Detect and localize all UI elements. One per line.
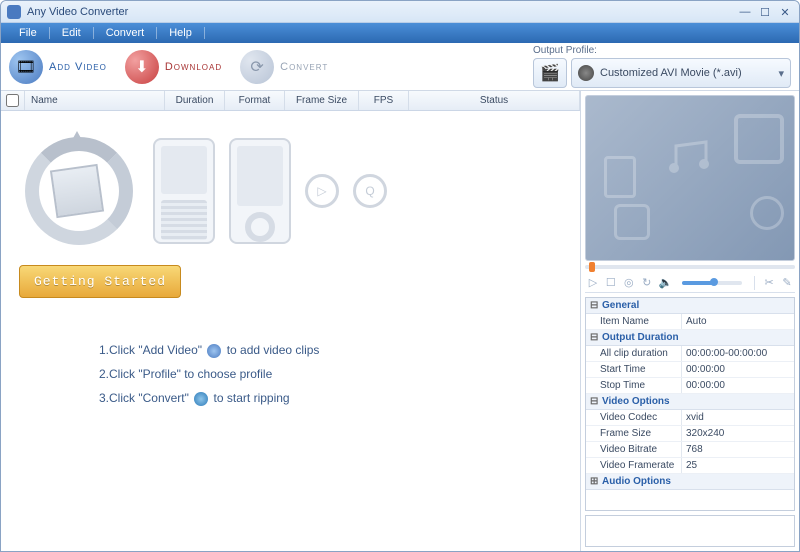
- col-duration[interactable]: Duration: [165, 91, 225, 110]
- reel-icon: [19, 131, 139, 251]
- output-profile-value: Customized AVI Movie (*.avi): [600, 67, 742, 79]
- group-video-options[interactable]: ⊟Video Options: [586, 394, 794, 410]
- ipod-icon: [229, 138, 291, 244]
- quicktime-icon: Q: [353, 174, 387, 208]
- output-profile-select[interactable]: Customized AVI Movie (*.avi) ▾: [571, 58, 791, 88]
- prop-item-name[interactable]: Item NameAuto: [586, 314, 794, 330]
- chevron-down-icon: ▾: [778, 67, 784, 80]
- col-status[interactable]: Status: [409, 91, 580, 110]
- film-reel-icon: 🎞: [9, 50, 43, 84]
- illustration: ▷ Q: [19, 131, 562, 251]
- menu-help[interactable]: Help: [157, 27, 204, 39]
- prop-start-time[interactable]: Start Time00:00:00: [586, 362, 794, 378]
- edit-button[interactable]: ✎: [781, 276, 793, 290]
- preview-area[interactable]: [585, 95, 795, 261]
- right-panel: ▷ ☐ ◎ ↻ 🔈 ✂ ✎ ⊟General Item NameAuto ⊟Ou…: [581, 91, 799, 551]
- instructions: 1.Click "Add Video" to add video clips 2…: [99, 338, 562, 410]
- clapper-icon: [734, 114, 784, 164]
- play-circle-icon: ▷: [305, 174, 339, 208]
- app-icon: [7, 5, 21, 19]
- step-1: 1.Click "Add Video" to add video clips: [99, 338, 562, 362]
- music-note-icon: [666, 138, 716, 178]
- properties-panel: ⊟General Item NameAuto ⊟Output Duration …: [585, 297, 795, 511]
- list-header: Name Duration Format Frame Size FPS Stat…: [1, 91, 580, 111]
- group-general[interactable]: ⊟General: [586, 298, 794, 314]
- collapse-icon: ⊟: [590, 300, 600, 311]
- prop-video-framerate[interactable]: Video Framerate25: [586, 458, 794, 474]
- menu-edit[interactable]: Edit: [50, 27, 93, 39]
- prop-stop-time[interactable]: Stop Time00:00:00: [586, 378, 794, 394]
- film-reel-icon: [207, 344, 221, 358]
- description-box: [585, 515, 795, 547]
- maximize-button[interactable]: ☐: [757, 6, 773, 18]
- mute-button[interactable]: 🔈: [659, 276, 673, 290]
- prop-all-clip[interactable]: All clip duration00:00:00-00:00:00: [586, 346, 794, 362]
- col-fps[interactable]: FPS: [359, 91, 409, 110]
- seek-bar[interactable]: [585, 265, 795, 269]
- step-2: 2.Click "Profile" to choose profile: [99, 362, 562, 386]
- output-profile: Output Profile: 🎬 Customized AVI Movie (…: [533, 45, 791, 88]
- phone-icon: [153, 138, 215, 244]
- preview-controls: ▷ ☐ ◎ ↻ 🔈 ✂ ✎: [585, 273, 795, 293]
- gear-icon: [578, 65, 594, 81]
- loop-button[interactable]: ↻: [641, 276, 653, 290]
- empty-stage: ▷ Q Getting Started 1.Click "Add Video" …: [1, 111, 580, 551]
- step-3: 3.Click "Convert" to start ripping: [99, 386, 562, 410]
- group-audio-options[interactable]: ⊞Audio Options: [586, 474, 794, 490]
- download-label: Download: [165, 61, 222, 73]
- download-icon: ⬇: [125, 50, 159, 84]
- convert-icon: [194, 392, 208, 406]
- collapse-icon: ⊟: [590, 332, 600, 343]
- output-profile-label: Output Profile:: [533, 45, 791, 56]
- tablet-icon: [604, 156, 636, 198]
- file-list-panel: Name Duration Format Frame Size FPS Stat…: [1, 91, 581, 551]
- volume-slider[interactable]: [682, 281, 742, 285]
- menu-file[interactable]: File: [7, 27, 49, 39]
- collapse-icon: ⊟: [590, 396, 600, 407]
- convert-button[interactable]: ⟳ Convert: [240, 50, 328, 84]
- play-button[interactable]: ▷: [587, 276, 599, 290]
- select-all-checkbox[interactable]: [1, 91, 25, 110]
- menu-bar: File Edit Convert Help: [1, 23, 799, 43]
- download-button[interactable]: ⬇ Download: [125, 50, 222, 84]
- stop-button[interactable]: ☐: [605, 276, 617, 290]
- col-format[interactable]: Format: [225, 91, 285, 110]
- toolbar: 🎞 Add Video ⬇ Download ⟳ Convert Output …: [1, 43, 799, 91]
- cut-button[interactable]: ✂: [763, 276, 775, 290]
- group-output-duration[interactable]: ⊟Output Duration: [586, 330, 794, 346]
- output-profile-icon-button[interactable]: 🎬: [533, 58, 567, 88]
- film-icon: 🎬: [540, 63, 560, 83]
- ipod-icon: [614, 204, 650, 240]
- getting-started-button[interactable]: Getting Started: [19, 265, 181, 298]
- close-button[interactable]: ✕: [777, 6, 793, 18]
- prop-frame-size[interactable]: Frame Size320x240: [586, 426, 794, 442]
- menu-convert[interactable]: Convert: [94, 27, 157, 39]
- col-frame-size[interactable]: Frame Size: [285, 91, 359, 110]
- expand-icon: ⊞: [590, 476, 600, 487]
- col-name[interactable]: Name: [25, 91, 165, 110]
- convert-label: Convert: [280, 61, 328, 73]
- prop-video-codec[interactable]: Video Codecxvid: [586, 410, 794, 426]
- add-video-label: Add Video: [49, 61, 107, 73]
- add-video-button[interactable]: 🎞 Add Video: [9, 50, 107, 84]
- snapshot-button[interactable]: ◎: [623, 276, 635, 290]
- minimize-button[interactable]: —: [737, 6, 753, 18]
- app-title: Any Video Converter: [27, 6, 128, 18]
- disc-icon: [750, 196, 784, 230]
- title-bar: Any Video Converter — ☐ ✕: [1, 1, 799, 23]
- convert-icon: ⟳: [240, 50, 274, 84]
- prop-video-bitrate[interactable]: Video Bitrate768: [586, 442, 794, 458]
